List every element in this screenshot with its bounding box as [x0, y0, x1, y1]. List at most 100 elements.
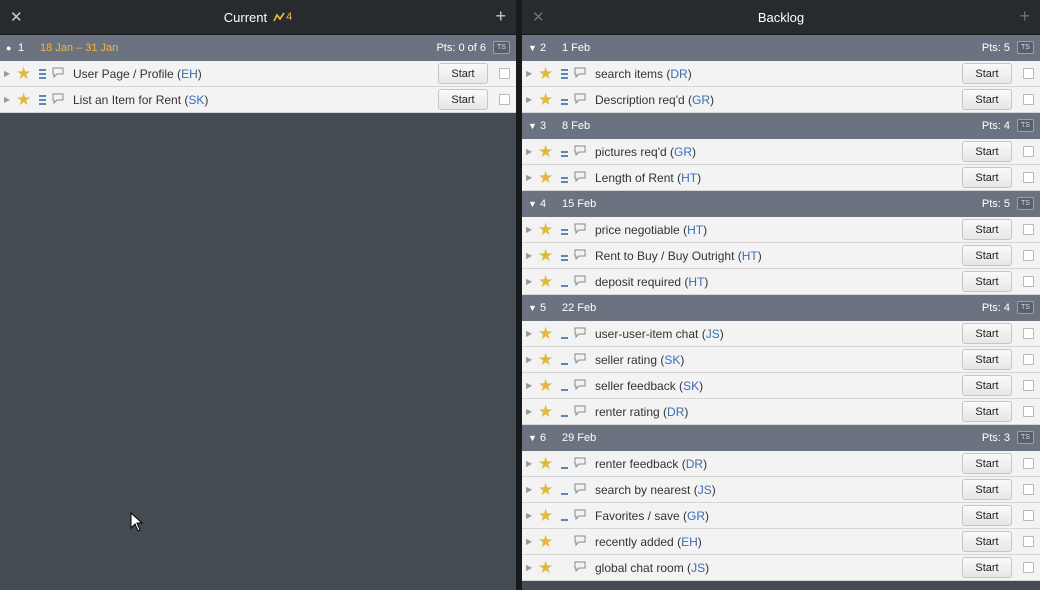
story-row[interactable]: ▶ ★ User Page / Profile (EH) Start [0, 61, 516, 87]
story-row[interactable]: ▶ ★ renter feedback (DR) Start [522, 451, 1040, 477]
story-row[interactable]: ▶ ★ Description req'd (GR) Start [522, 87, 1040, 113]
start-button[interactable]: Start [962, 167, 1012, 188]
start-button[interactable]: Start [962, 89, 1012, 110]
close-panel-icon[interactable]: ✕ [532, 8, 545, 26]
collapse-arrow-icon[interactable]: ▼ [522, 43, 540, 53]
select-checkbox[interactable] [1023, 276, 1034, 287]
story-owner[interactable]: SK [683, 379, 699, 393]
expand-arrow-icon[interactable]: ▶ [526, 355, 535, 364]
comment-icon[interactable] [574, 379, 588, 393]
select-checkbox[interactable] [499, 94, 510, 105]
expand-arrow-icon[interactable]: ▶ [526, 173, 535, 182]
start-button[interactable]: Start [962, 323, 1012, 344]
start-button[interactable]: Start [962, 401, 1012, 422]
story-owner[interactable]: JS [706, 327, 720, 341]
start-button[interactable]: Start [438, 89, 488, 110]
team-strength-button[interactable]: TS [1017, 197, 1034, 210]
story-row[interactable]: ▶ ★ recently added (EH) Start [522, 529, 1040, 555]
select-checkbox[interactable] [1023, 510, 1034, 521]
story-row[interactable]: ▶ ★ search by nearest (JS) Start [522, 477, 1040, 503]
start-button[interactable]: Start [962, 505, 1012, 526]
close-panel-icon[interactable]: ✕ [10, 8, 23, 26]
select-checkbox[interactable] [1023, 146, 1034, 157]
story-owner[interactable]: EH [681, 535, 698, 549]
select-checkbox[interactable] [1023, 536, 1034, 547]
story-row[interactable]: ▶ ★ Rent to Buy / Buy Outright (HT) Start [522, 243, 1040, 269]
collapse-arrow-icon[interactable]: ▼ [522, 121, 540, 131]
story-row[interactable]: ▶ ★ pictures req'd (GR) Start [522, 139, 1040, 165]
comment-icon[interactable] [574, 457, 588, 471]
expand-arrow-icon[interactable]: ▶ [526, 459, 535, 468]
start-button[interactable]: Start [962, 375, 1012, 396]
story-owner[interactable]: DR [670, 67, 687, 81]
start-button[interactable]: Start [962, 453, 1012, 474]
add-story-icon[interactable]: + [1019, 6, 1030, 27]
start-button[interactable]: Start [962, 141, 1012, 162]
start-button[interactable]: Start [962, 479, 1012, 500]
start-button[interactable]: Start [438, 63, 488, 84]
collapse-arrow-icon[interactable]: ▼ [522, 199, 540, 209]
story-row[interactable]: ▶ ★ user-user-item chat (JS) Start [522, 321, 1040, 347]
comment-icon[interactable] [574, 145, 588, 159]
expand-arrow-icon[interactable]: ▶ [526, 95, 535, 104]
velocity-indicator[interactable]: 4 [273, 11, 292, 23]
story-row[interactable]: ▶ ★ global chat room (JS) Start [522, 555, 1040, 581]
story-owner[interactable]: SK [188, 93, 204, 107]
collapse-arrow-icon[interactable]: ▼ [522, 433, 540, 443]
comment-icon[interactable] [574, 327, 588, 341]
start-button[interactable]: Start [962, 245, 1012, 266]
start-button[interactable]: Start [962, 557, 1012, 578]
collapse-arrow-icon[interactable]: ▼ [522, 303, 540, 313]
select-checkbox[interactable] [1023, 354, 1034, 365]
story-row[interactable]: ▶ ★ renter rating (DR) Start [522, 399, 1040, 425]
story-owner[interactable]: HT [742, 249, 758, 263]
comment-icon[interactable] [574, 171, 588, 185]
comment-icon[interactable] [574, 223, 588, 237]
comment-icon[interactable] [52, 67, 66, 81]
expand-arrow-icon[interactable]: ▶ [526, 225, 535, 234]
expand-arrow-icon[interactable]: ▶ [526, 563, 535, 572]
team-strength-button[interactable]: TS [1017, 41, 1034, 54]
team-strength-button[interactable]: TS [493, 41, 510, 54]
expand-arrow-icon[interactable]: ▶ [4, 69, 13, 78]
team-strength-button[interactable]: TS [1017, 119, 1034, 132]
start-button[interactable]: Start [962, 219, 1012, 240]
expand-arrow-icon[interactable]: ▶ [526, 537, 535, 546]
team-strength-button[interactable]: TS [1017, 431, 1034, 444]
story-owner[interactable]: JS [698, 483, 712, 497]
expand-arrow-icon[interactable]: ▶ [526, 485, 535, 494]
select-checkbox[interactable] [1023, 562, 1034, 573]
story-owner[interactable]: HT [687, 223, 703, 237]
comment-icon[interactable] [574, 561, 588, 575]
add-story-icon[interactable]: + [495, 6, 506, 27]
story-owner[interactable]: DR [667, 405, 684, 419]
story-owner[interactable]: HT [688, 275, 704, 289]
story-owner[interactable]: JS [691, 561, 705, 575]
story-row[interactable]: ▶ ★ Favorites / save (GR) Start [522, 503, 1040, 529]
comment-icon[interactable] [52, 93, 66, 107]
expand-arrow-icon[interactable]: ▶ [526, 511, 535, 520]
select-checkbox[interactable] [1023, 172, 1034, 183]
story-row[interactable]: ▶ ★ List an Item for Rent (SK) Start [0, 87, 516, 113]
expand-arrow-icon[interactable]: ▶ [526, 329, 535, 338]
comment-icon[interactable] [574, 405, 588, 419]
story-owner[interactable]: DR [686, 457, 703, 471]
select-checkbox[interactable] [1023, 328, 1034, 339]
story-row[interactable]: ▶ ★ search items (DR) Start [522, 61, 1040, 87]
expand-arrow-icon[interactable]: ▶ [526, 147, 535, 156]
select-checkbox[interactable] [1023, 224, 1034, 235]
story-owner[interactable]: EH [181, 67, 198, 81]
story-row[interactable]: ▶ ★ seller feedback (SK) Start [522, 373, 1040, 399]
comment-icon[interactable] [574, 67, 588, 81]
select-checkbox[interactable] [1023, 94, 1034, 105]
start-button[interactable]: Start [962, 349, 1012, 370]
comment-icon[interactable] [574, 353, 588, 367]
comment-icon[interactable] [574, 249, 588, 263]
start-button[interactable]: Start [962, 63, 1012, 84]
select-checkbox[interactable] [1023, 458, 1034, 469]
expand-arrow-icon[interactable]: ▶ [4, 95, 13, 104]
expand-arrow-icon[interactable]: ▶ [526, 251, 535, 260]
comment-icon[interactable] [574, 535, 588, 549]
comment-icon[interactable] [574, 483, 588, 497]
comment-icon[interactable] [574, 509, 588, 523]
